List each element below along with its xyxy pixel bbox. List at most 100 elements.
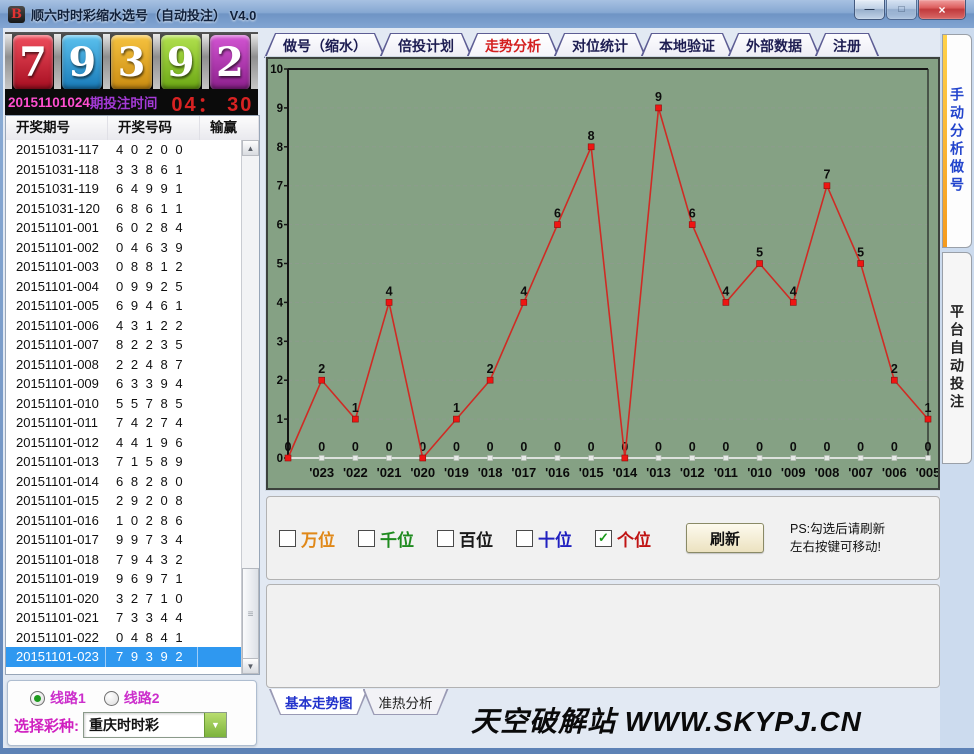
table-row[interactable]: 20151101-0117 4 2 7 4 [6,413,242,433]
tab-2[interactable]: 走势分析 [466,33,560,58]
lottery-digit-value: 3 [118,39,146,86]
countdown-time: 04： 30 [171,88,253,117]
table-row[interactable]: 20151101-0082 2 4 8 7 [6,355,242,375]
tab-0[interactable]: 做号（缩水） [264,33,386,58]
cell-result [198,413,242,433]
tab-1[interactable]: 准热分析 [363,689,449,715]
checkbox-box[interactable] [437,530,454,547]
table-row[interactable]: 20151101-0199 6 9 7 1 [6,569,242,589]
table-scrollbar[interactable]: ▲ ≡ ▼ [241,140,259,674]
header-cell-0: 开奖期号 [6,116,108,140]
cell-numbers: 2 2 4 8 7 [106,355,198,375]
table-row[interactable]: 20151101-0220 4 8 4 1 [6,628,242,648]
table-row[interactable]: 20151031-1196 4 9 9 1 [6,179,242,199]
position-checkbox-4[interactable]: ✓个位 [595,526,651,551]
cell-result [198,374,242,394]
checkbox-box[interactable] [358,530,375,547]
scroll-down-icon[interactable]: ▼ [242,658,259,674]
cell-numbers: 6 0 2 8 4 [106,218,198,238]
svg-text:0: 0 [722,440,729,454]
table-row[interactable]: 20151031-1174 0 2 0 0 [6,140,242,160]
checkbox-label: 万位 [301,526,335,551]
cell-issue: 20151101-004 [6,277,106,297]
position-filter-box: 万位千位百位十位✓个位刷新PS:勾选后请刷新左右按键可移动! [266,496,940,580]
svg-text:8: 8 [588,129,595,143]
table-row[interactable]: 20151101-0124 4 1 9 6 [6,433,242,453]
maximize-button-icon[interactable]: □ [886,0,917,20]
cell-numbers: 3 3 8 6 1 [106,160,198,180]
position-checkbox-2[interactable]: 百位 [437,526,493,551]
table-row[interactable]: 20151101-0078 2 2 3 5 [6,335,242,355]
main-tab-bar: 做号（缩水）倍投计划走势分析对位统计本地验证外部数据注册 [264,31,873,58]
checkbox-box[interactable] [516,530,533,547]
table-row[interactable]: 20151101-0146 8 2 8 0 [6,472,242,492]
cell-issue: 20151101-002 [6,238,106,258]
tab-6[interactable]: 注册 [814,33,880,58]
cell-result [198,355,242,375]
digit-separator [251,34,258,91]
close-button-icon[interactable]: × [918,0,966,20]
position-checkbox-0[interactable]: 万位 [279,526,335,551]
table-row[interactable]: 20151101-0187 9 4 3 2 [6,550,242,570]
table-row[interactable]: 20151101-0161 0 2 8 6 [6,511,242,531]
radio-line2-label[interactable]: 线路2 [124,688,160,708]
table-row[interactable]: 20151101-0064 3 1 2 2 [6,316,242,336]
tab-1[interactable]: 倍投计划 [379,33,473,58]
position-checkbox-1[interactable]: 千位 [358,526,414,551]
side-tab-manual-analysis[interactable]: 手动分析做号 [942,34,972,248]
table-row[interactable]: 20151101-0016 0 2 8 4 [6,218,242,238]
svg-text:4: 4 [520,284,527,298]
cell-result [198,257,242,277]
table-row[interactable]: 20151101-0203 2 7 1 0 [6,589,242,609]
tab-5[interactable]: 外部数据 [727,33,821,58]
radio-line1[interactable] [30,691,45,706]
table-row[interactable]: 20151101-0056 9 4 6 1 [6,296,242,316]
table-row[interactable]: 20151101-0096 3 3 9 4 [6,374,242,394]
cell-issue: 20151101-022 [6,628,106,648]
radio-line2[interactable] [104,691,119,706]
dropdown-arrow-icon[interactable]: ▼ [204,713,226,737]
table-row[interactable]: 20151101-0237 9 3 9 2 [6,647,242,667]
svg-text:6: 6 [689,207,696,221]
svg-text:6: 6 [277,220,283,232]
lottery-select[interactable]: 重庆时时彩 ▼ [83,712,227,738]
checkbox-label: 十位 [538,526,572,551]
svg-text:2: 2 [487,362,494,376]
table-row[interactable]: 20151101-0179 9 7 3 4 [6,530,242,550]
lottery-digit: 9 [62,35,102,90]
radio-line1-label[interactable]: 线路1 [50,688,86,708]
minimize-button-icon[interactable]: — [854,0,885,20]
table-row[interactable]: 20151101-0105 5 7 8 5 [6,394,242,414]
cell-issue: 20151101-011 [6,413,106,433]
cell-issue: 20151101-023 [6,647,106,667]
table-row[interactable]: 20151101-0217 3 3 4 4 [6,608,242,628]
position-checkbox-3[interactable]: 十位 [516,526,572,551]
checkbox-box[interactable]: ✓ [595,530,612,547]
refresh-button[interactable]: 刷新 [686,523,764,553]
table-row[interactable]: 20151101-0137 1 5 8 9 [6,452,242,472]
cell-numbers: 6 8 2 8 0 [106,472,198,492]
cell-result [198,589,242,609]
svg-text:0: 0 [790,440,797,454]
tab-0[interactable]: 基本走势图 [269,689,369,715]
tab-label: 对位统计 [555,34,645,58]
lottery-digit: 9 [161,35,201,90]
scroll-up-icon[interactable]: ▲ [242,140,259,156]
side-tab-auto-bet[interactable]: 平台自动投注 [942,252,972,464]
tab-4[interactable]: 本地验证 [640,33,734,58]
table-row[interactable]: 20151101-0020 4 6 3 9 [6,238,242,258]
table-row[interactable]: 20151031-1206 8 6 1 1 [6,199,242,219]
table-row[interactable]: 20151101-0030 8 8 1 2 [6,257,242,277]
svg-text:9: 9 [277,103,283,115]
svg-text:4: 4 [790,284,797,298]
table-row[interactable]: 20151031-1183 3 8 6 1 [6,160,242,180]
cell-numbers: 0 4 8 4 1 [106,628,198,648]
cell-issue: 20151031-120 [6,199,106,219]
checkbox-box[interactable] [279,530,296,547]
cell-numbers: 7 3 3 4 4 [106,608,198,628]
tab-3[interactable]: 对位统计 [553,33,647,58]
table-row[interactable]: 20151101-0040 9 9 2 5 [6,277,242,297]
cell-result [198,335,242,355]
scrollbar-thumb[interactable]: ≡ [242,568,259,660]
table-row[interactable]: 20151101-0152 9 2 0 8 [6,491,242,511]
